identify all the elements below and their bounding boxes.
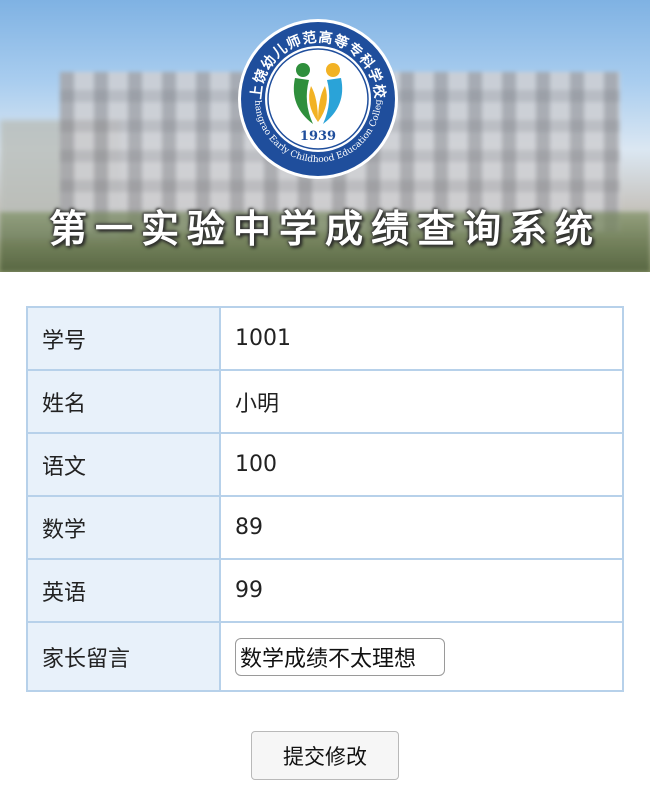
score-table: 学号 1001 姓名 小明 语文 100 数学 89 英语 99 家长留言 — [26, 306, 624, 692]
row-value: 100 — [219, 432, 624, 497]
parent-message-input[interactable] — [235, 637, 445, 676]
row-value: 小明 — [219, 369, 624, 434]
row-label: 学号 — [26, 306, 221, 371]
row-label: 姓名 — [26, 369, 221, 434]
row-value: 99 — [219, 558, 624, 623]
message-cell — [219, 621, 624, 692]
table-row: 数学 89 — [26, 495, 624, 560]
table-row: 学号 1001 — [26, 306, 624, 371]
row-value: 89 — [219, 495, 624, 560]
table-row: 语文 100 — [26, 432, 624, 497]
row-label: 数学 — [26, 495, 221, 560]
message-label: 家长留言 — [26, 621, 221, 692]
row-label: 语文 — [26, 432, 221, 497]
header-banner: 上饶幼儿师范高等专科学校 Shangrao Early Childhood Ed… — [0, 0, 650, 272]
page-title: 第一实验中学成绩查询系统 — [48, 206, 601, 251]
submit-button[interactable]: 提交修改 — [251, 731, 399, 780]
logo-year: 1939 — [300, 129, 336, 144]
table-row-message: 家长留言 — [26, 621, 624, 692]
row-value: 1001 — [219, 306, 624, 371]
row-label: 英语 — [26, 558, 221, 623]
table-row: 姓名 小明 — [26, 369, 624, 434]
table-row: 英语 99 — [26, 558, 624, 623]
school-logo: 上饶幼儿师范高等专科学校 Shangrao Early Childhood Ed… — [237, 18, 398, 179]
